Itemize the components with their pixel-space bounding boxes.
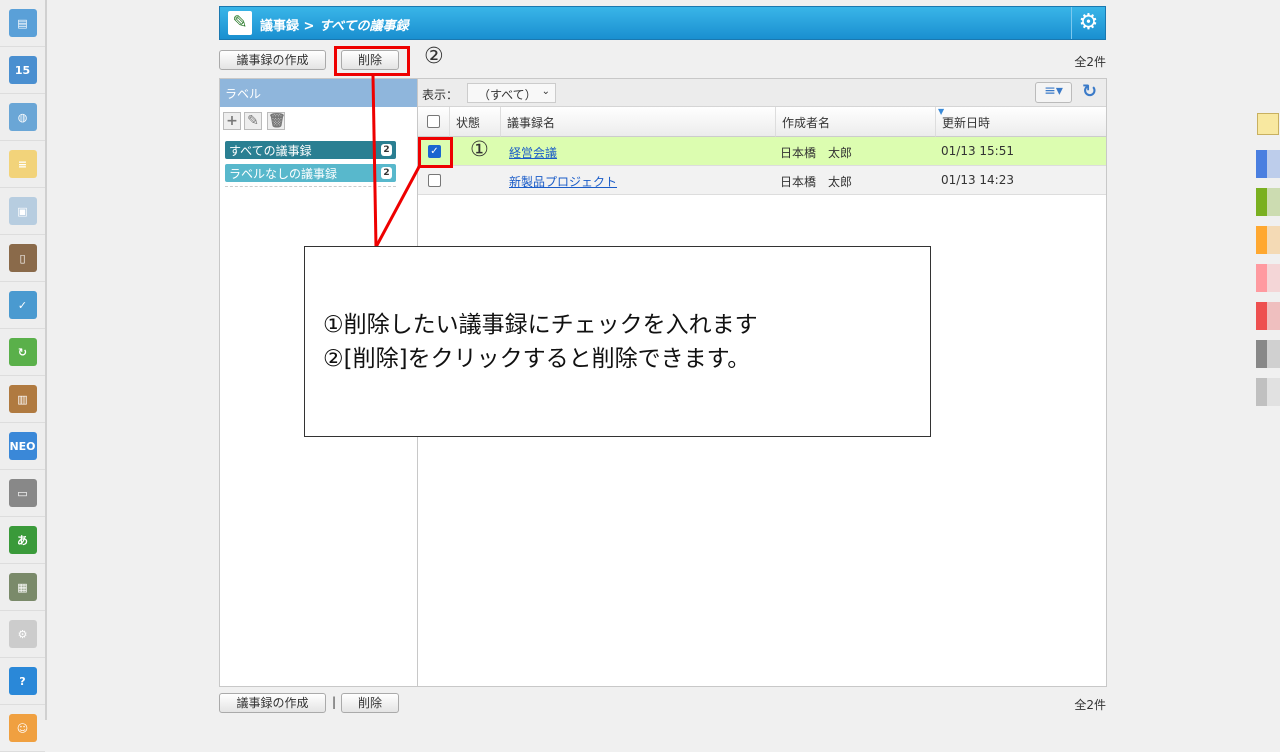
callout-line-1: [374, 164, 422, 248]
palette-color-swatch[interactable]: [1256, 188, 1280, 216]
palette-color-swatch[interactable]: [1256, 150, 1280, 178]
instruction-line-2: ②[削除]をクリックすると削除できます。: [323, 346, 751, 372]
instruction-callout: ①削除したい議事録にチェックを入れます ②[削除]をクリックすると削除できます。: [304, 246, 931, 437]
palette-color-swatch[interactable]: [1256, 340, 1280, 368]
callout-line-2: [371, 75, 378, 248]
sticky-note-icon[interactable]: [1257, 113, 1279, 135]
palette-color-swatch[interactable]: [1256, 378, 1280, 406]
instruction-line-1: ①削除したい議事録にチェックを入れます: [323, 312, 758, 338]
palette-color-swatch[interactable]: [1256, 226, 1280, 254]
palette-color-swatch[interactable]: [1256, 302, 1280, 330]
palette-color-swatch[interactable]: [1256, 264, 1280, 292]
